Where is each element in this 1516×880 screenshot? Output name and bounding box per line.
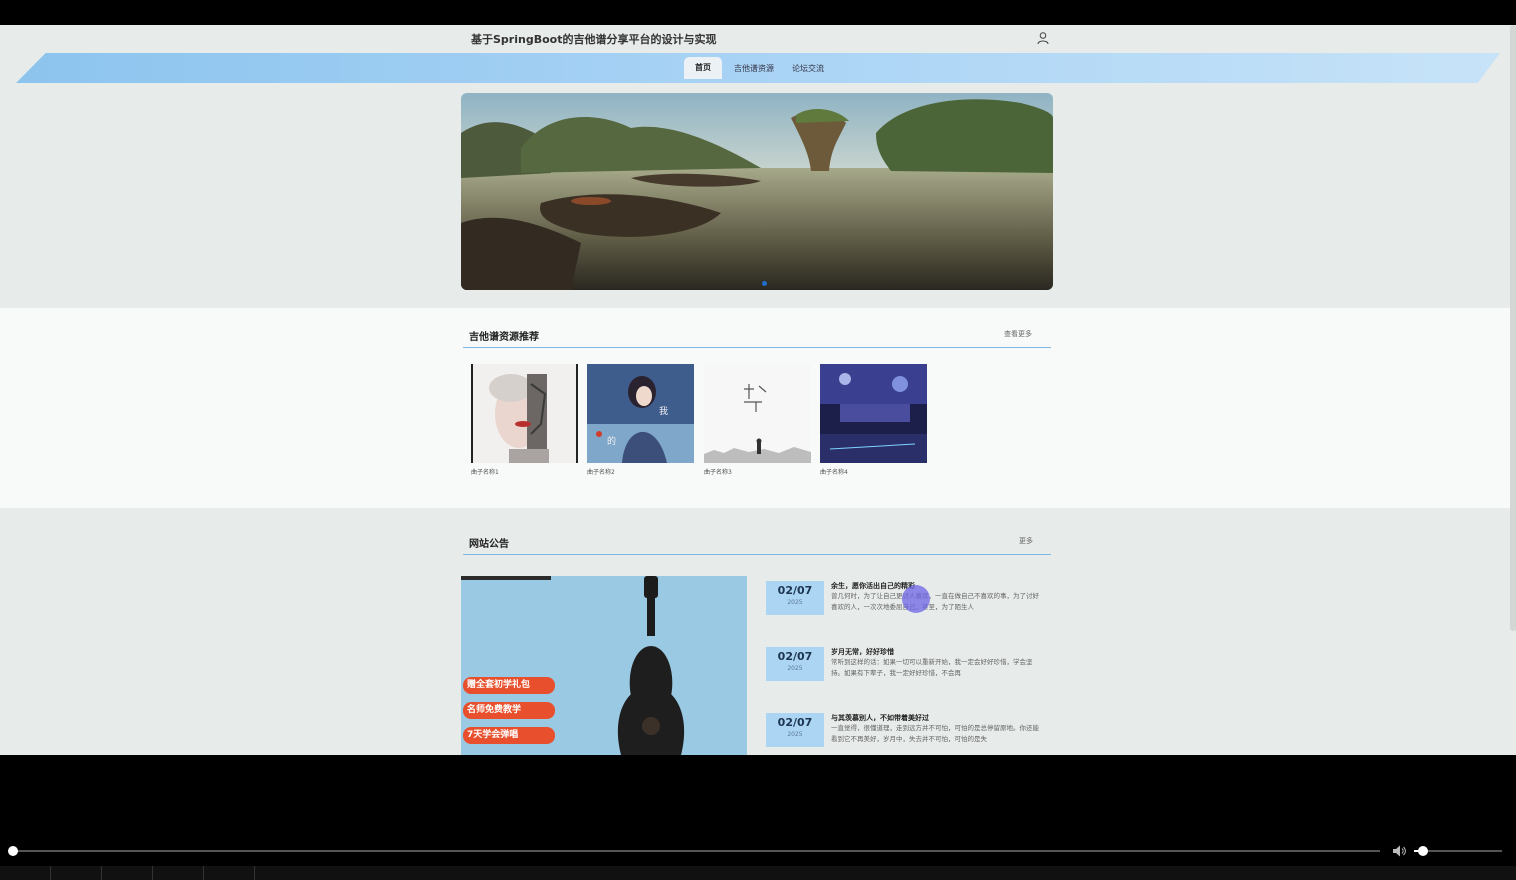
recommend-section: 吉他谱资源推荐 查看更多 曲子名称1 我 的 曲子名称2 曲子名称3 曲子名称4: [0, 308, 1510, 508]
volume-thumb[interactable]: [1418, 846, 1428, 856]
notice-date-box: 02/07 2025: [766, 713, 824, 747]
notice-item[interactable]: 02/07 2025 与其羡慕别人，不如带着美好过 一直觉得，很懂道理，走到远方…: [766, 709, 1051, 755]
score-cover-image: [471, 364, 578, 463]
taskbar: [0, 866, 1516, 880]
carousel-indicator-dot[interactable]: [762, 281, 767, 286]
score-caption[interactable]: 曲子名称2: [587, 467, 615, 476]
user-icon[interactable]: [1036, 31, 1050, 45]
notice-item[interactable]: 02/07 2025 岁月无常，好好珍惜 常听到这样的话：如果一切可以重新开始，…: [766, 643, 1051, 689]
mouse-cursor-highlight: [902, 585, 930, 613]
page-scrollbar[interactable]: [1510, 25, 1516, 631]
promo-badge: 7天学会弹唱: [463, 727, 555, 744]
score-cover-image: 我 的: [587, 364, 694, 463]
nav-item-forum[interactable]: 论坛交流: [788, 62, 828, 82]
taskbar-separator: [203, 866, 204, 880]
svg-text:的: 的: [607, 435, 616, 447]
score-card[interactable]: [820, 364, 927, 463]
promo-badge: 名师免费教学: [463, 702, 555, 719]
section-divider: [463, 347, 1051, 348]
banner-landscape-image: [461, 93, 1053, 290]
score-card[interactable]: [704, 364, 811, 463]
section-title-recommend: 吉他谱资源推荐: [469, 332, 539, 343]
score-caption[interactable]: 曲子名称1: [471, 467, 499, 476]
taskbar-separator: [50, 866, 51, 880]
view-more-link[interactable]: 查看更多: [1004, 329, 1032, 339]
score-card[interactable]: 我 的: [587, 364, 694, 463]
promo-badge: 赠全套初学礼包: [463, 677, 555, 694]
notice-title: 与其羡慕别人，不如带着美好过: [831, 714, 929, 722]
score-caption[interactable]: 曲子名称4: [820, 467, 848, 476]
nav-item-home[interactable]: 首页: [684, 57, 722, 79]
more-notices-link[interactable]: 更多: [1019, 536, 1033, 546]
notice-date: 02/07: [777, 716, 813, 729]
section-divider: [463, 554, 1051, 555]
score-cover-image: [704, 364, 811, 463]
notice-date-box: 02/07 2025: [766, 581, 824, 615]
progress-thumb[interactable]: [8, 846, 18, 856]
taskbar-separator: [152, 866, 153, 880]
notice-date: 02/07: [777, 650, 813, 663]
notice-year: 2025: [787, 665, 803, 672]
progress-track[interactable]: [12, 850, 1380, 852]
section-title-notice: 网站公告: [469, 539, 509, 550]
score-caption[interactable]: 曲子名称3: [704, 467, 732, 476]
svg-text:我: 我: [659, 406, 668, 417]
notice-title: 岁月无常，好好珍惜: [831, 648, 894, 656]
notice-year: 2025: [787, 599, 803, 606]
banner-carousel[interactable]: [461, 93, 1053, 290]
site-title: 基于SpringBoot的吉他谱分享平台的设计与实现: [471, 33, 717, 46]
notice-date: 02/07: [777, 584, 813, 597]
notice-excerpt: 曾几何时，为了让自己更讨人喜欢，一直在做自己不喜欢的事，为了讨好喜欢的人，一次次…: [831, 592, 1039, 611]
notice-date-box: 02/07 2025: [766, 647, 824, 681]
notice-excerpt: 常听到这样的话：如果一切可以重新开始，我一定会好好珍惜，学会坚持。如果有下辈子，…: [831, 658, 1033, 677]
notice-year: 2025: [787, 731, 803, 738]
taskbar-separator: [254, 866, 255, 880]
web-page: 基于SpringBoot的吉他谱分享平台的设计与实现 首页 吉他谱资源 论坛交流: [0, 25, 1516, 755]
notice-title: 余生，愿你活出自己的精彩: [831, 582, 915, 590]
notice-feature-image[interactable]: 赠全套初学礼包 名师免费教学 7天学会弹唱: [461, 576, 747, 755]
notice-excerpt: 一直觉得，很懂道理，走到远方并不可怕，可怕的是总停留原地。你还能看到它不再美好，…: [831, 724, 1039, 743]
volume-icon[interactable]: [1391, 843, 1407, 859]
score-cover-image: [820, 364, 927, 463]
taskbar-separator: [101, 866, 102, 880]
nav-item-guitar-scores[interactable]: 吉他谱资源: [730, 62, 778, 82]
score-card[interactable]: [471, 364, 578, 463]
